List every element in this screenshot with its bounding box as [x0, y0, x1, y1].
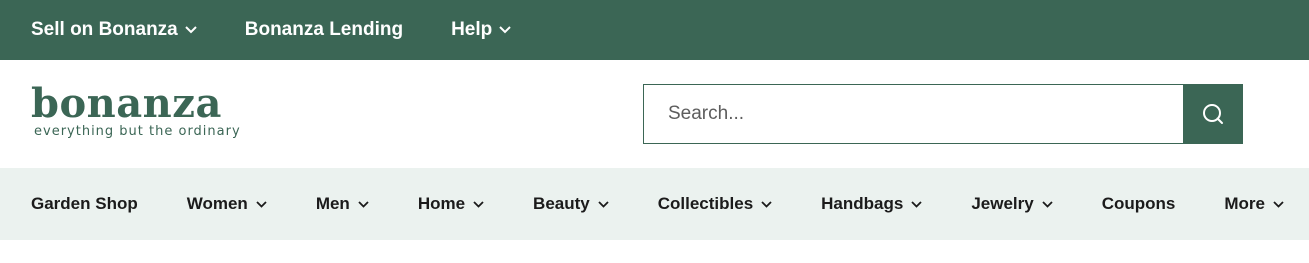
category-women[interactable]: Women: [187, 194, 267, 214]
site-header: bonanza everything but the ordinary: [0, 60, 1309, 168]
chevron-down-icon: [761, 200, 772, 208]
category-nav: Garden Shop Women Men Home Beauty Collec…: [0, 168, 1309, 240]
category-handbags[interactable]: Handbags: [821, 194, 922, 214]
logo-tagline: everything but the ordinary: [34, 124, 241, 139]
category-more[interactable]: More: [1224, 194, 1284, 214]
category-men[interactable]: Men: [316, 194, 369, 214]
search-input[interactable]: [643, 84, 1183, 144]
category-label: Men: [315, 194, 350, 213]
category-label: Handbags: [821, 194, 904, 213]
chevron-down-icon: [358, 200, 369, 208]
chevron-down-icon: [1273, 200, 1284, 208]
search-button[interactable]: [1183, 84, 1243, 144]
category-jewelry[interactable]: Jewelry: [971, 194, 1053, 214]
category-label: Collectibles: [657, 194, 754, 213]
search-bar: [643, 84, 1243, 144]
category-garden-shop[interactable]: Garden Shop: [31, 194, 138, 214]
chevron-down-icon: [499, 26, 511, 34]
category-label: Home: [417, 194, 466, 213]
category-beauty[interactable]: Beauty: [533, 194, 609, 214]
chevron-down-icon: [911, 200, 922, 208]
logo-wordmark: bonanza: [31, 80, 222, 127]
category-home[interactable]: Home: [418, 194, 484, 214]
bonanza-logo[interactable]: bonanza everything but the ordinary: [31, 82, 241, 146]
search-icon: [1201, 102, 1225, 126]
topbar-bonanza-lending[interactable]: Bonanza Lending: [245, 19, 403, 41]
category-label: Garden Shop: [31, 194, 138, 213]
chevron-down-icon: [473, 200, 484, 208]
chevron-down-icon: [598, 200, 609, 208]
top-bar: Sell on Bonanza Bonanza Lending Help: [0, 0, 1309, 60]
category-collectibles[interactable]: Collectibles: [658, 194, 772, 214]
category-label: Coupons: [1101, 194, 1176, 213]
topbar-sell-on-bonanza[interactable]: Sell on Bonanza: [31, 19, 197, 41]
category-coupons[interactable]: Coupons: [1102, 194, 1176, 214]
topbar-item-label: Help: [451, 19, 493, 40]
topbar-item-label: Sell on Bonanza: [31, 19, 178, 40]
category-label: Women: [186, 194, 248, 213]
category-label: Beauty: [533, 194, 590, 213]
chevron-down-icon: [1042, 200, 1053, 208]
chevron-down-icon: [256, 200, 267, 208]
topbar-help[interactable]: Help: [451, 19, 511, 41]
chevron-down-icon: [185, 26, 197, 34]
category-label: More: [1224, 194, 1266, 213]
category-label: Jewelry: [971, 194, 1034, 213]
topbar-item-label: Bonanza Lending: [244, 19, 404, 40]
